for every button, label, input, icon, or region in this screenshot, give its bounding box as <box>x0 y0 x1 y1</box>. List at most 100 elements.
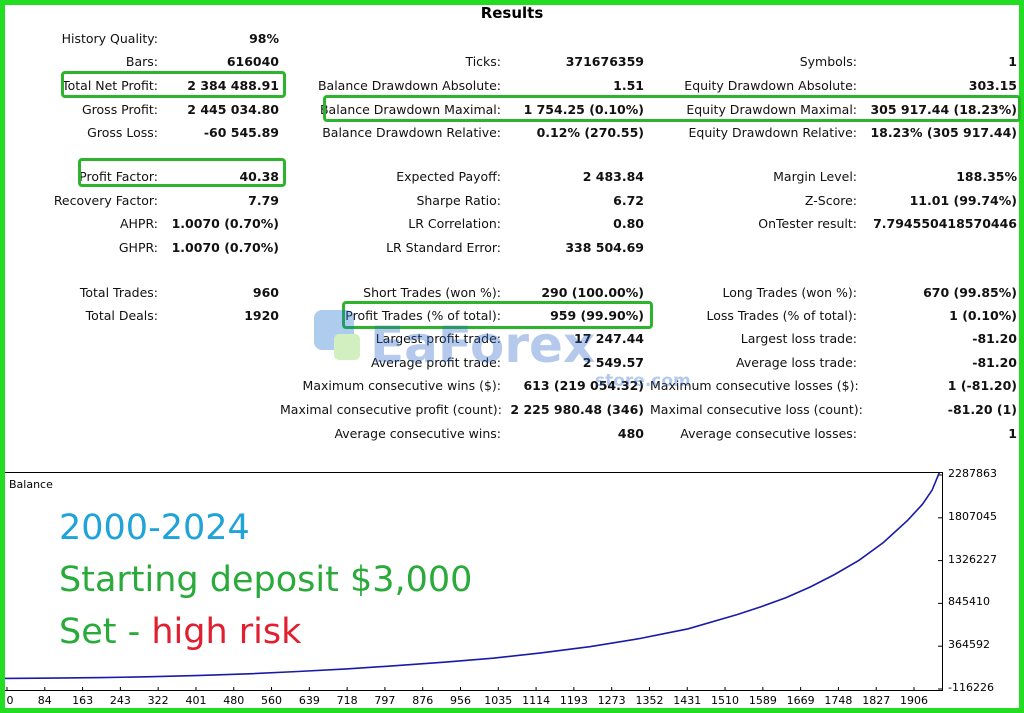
ghpr-value: 1.0070 (0.70%) <box>171 240 279 255</box>
largest-loss-trade-value: -81.20 <box>972 331 1017 346</box>
profit-factor-highlight <box>78 158 286 187</box>
equity-dd-abs-label: Equity Drawdown Absolute: <box>684 78 857 93</box>
ticks-value: 371676359 <box>565 54 644 69</box>
gross-profit-label: Gross Profit: <box>81 102 158 117</box>
short-trades-label: Short Trades (won %): <box>363 285 501 300</box>
max-consec-losses-value: 1 (-81.20) <box>947 378 1017 393</box>
page-title: Results <box>480 4 544 22</box>
balance-dd-abs-label: Balance Drawdown Absolute: <box>317 78 501 93</box>
long-trades-label: Long Trades (won %): <box>722 285 857 300</box>
balance-dd-rel-value: 0.12% (270.55) <box>536 125 644 140</box>
ticks-label: Ticks: <box>465 54 501 69</box>
ahpr-value: 1.0070 (0.70%) <box>171 216 279 231</box>
drawdown-maximal-highlight <box>323 95 1021 122</box>
risk-caption: Set - high risk <box>59 612 301 652</box>
profit-trades-highlight <box>342 301 653 329</box>
y-tick-label: 1807045 <box>948 509 997 523</box>
x-tick-label: 560 <box>261 694 283 707</box>
x-tick-label: 1273 <box>597 694 626 707</box>
average-profit-trade-label: Average profit trade: <box>370 355 501 370</box>
long-trades-value: 670 (99.85%) <box>923 285 1017 300</box>
short-trades-value: 290 (100.00%) <box>541 285 644 300</box>
x-tick-label: 1431 <box>673 694 702 707</box>
total-trades-value: 960 <box>252 285 279 300</box>
ahpr-label: AHPR: <box>119 216 158 231</box>
y-tick-label: -116226 <box>948 681 994 694</box>
maximal-consec-profit-label: Maximal consecutive profit (count): <box>280 402 502 417</box>
equity-dd-rel-value: 18.23% (305 917.44) <box>870 125 1017 140</box>
lr-correlation-label: LR Correlation: <box>408 216 501 231</box>
x-tick-label: 401 <box>185 694 207 707</box>
sharpe-ratio-value: 6.72 <box>613 193 644 208</box>
lr-standard-error-label: LR Standard Error: <box>386 240 501 255</box>
x-tick-label: 797 <box>374 694 396 707</box>
z-score-value: 11.01 (99.74%) <box>909 193 1017 208</box>
z-score-label: Z-Score: <box>804 193 857 208</box>
total-deals-value: 1920 <box>244 308 279 323</box>
maximal-consec-loss-value: -81.20 (1) <box>947 402 1017 417</box>
bars-label: Bars: <box>125 54 158 69</box>
equity-dd-abs-value: 303.15 <box>968 78 1017 93</box>
x-tick-label: 639 <box>298 694 320 707</box>
balance-dd-rel-label: Balance Drawdown Relative: <box>322 125 501 140</box>
maximal-consec-profit-value: 2 225 980.48 (346) <box>510 402 644 417</box>
x-tick-label: 1827 <box>862 694 891 707</box>
x-tick-label: 1589 <box>748 694 777 707</box>
ghpr-label: GHPR: <box>118 240 158 255</box>
risk-caption-prefix: Set - <box>59 612 152 652</box>
deposit-caption: Starting deposit $3,000 <box>59 560 472 600</box>
loss-trades-value: 1 (0.10%) <box>949 308 1017 323</box>
x-tick-label: 1906 <box>900 694 928 707</box>
x-tick-label: 718 <box>336 694 358 707</box>
recovery-factor-label: Recovery Factor: <box>53 193 158 208</box>
x-tick-label: 163 <box>72 694 94 707</box>
period-caption-text: 2000-2024 <box>59 508 250 548</box>
y-tick-label: 1326227 <box>948 552 997 566</box>
symbols-value: 1 <box>1008 54 1017 69</box>
largest-profit-trade-value: 17 247.44 <box>574 331 644 346</box>
x-tick-label: 876 <box>412 694 434 707</box>
balance-chart: Balance 2287863 1807045 1326227 845410 36459… <box>5 467 1019 708</box>
avg-consec-losses-value: 1 <box>1008 426 1017 441</box>
x-tick-label: 1114 <box>522 694 551 707</box>
total-deals-label: Total Deals: <box>85 308 158 323</box>
ontester-result-value: 7.794550418570446 <box>873 216 1017 231</box>
max-consec-wins-value: 613 (219 054.32) <box>523 378 644 393</box>
risk-caption-level: high risk <box>151 612 302 652</box>
gross-loss-label: Gross Loss: <box>87 125 158 140</box>
margin-level-value: 188.35% <box>956 169 1017 184</box>
x-tick-label: 1748 <box>824 694 853 707</box>
x-tick-label: 84 <box>37 694 52 707</box>
avg-consec-wins-label: Average consecutive wins: <box>334 426 501 441</box>
equity-dd-rel-label: Equity Drawdown Relative: <box>688 125 857 140</box>
avg-consec-wins-value: 480 <box>617 426 644 441</box>
x-tick-label: 322 <box>147 694 169 707</box>
average-profit-trade-value: 2 549.57 <box>582 355 644 370</box>
y-tick-label: 364592 <box>948 638 990 652</box>
x-tick-label: 1352 <box>635 694 664 707</box>
symbols-label: Symbols: <box>799 54 857 69</box>
recovery-factor-value: 7.79 <box>248 193 279 208</box>
x-tick-label: 1193 <box>559 694 588 707</box>
largest-profit-trade-label: Largest profit trade: <box>375 331 501 346</box>
sharpe-ratio-label: Sharpe Ratio: <box>416 193 501 208</box>
lr-standard-error-value: 338 504.69 <box>565 240 644 255</box>
average-loss-trade-label: Average loss trade: <box>736 355 857 370</box>
x-tick-label: 480 <box>223 694 245 707</box>
balance-dd-abs-value: 1.51 <box>613 78 644 93</box>
x-tick-label: 1669 <box>786 694 815 707</box>
x-tick-label: 243 <box>109 694 131 707</box>
maximal-consec-loss-label: Maximal consecutive loss (count): <box>650 402 863 417</box>
x-tick-label: 956 <box>450 694 471 707</box>
total-net-profit-highlight <box>61 71 286 98</box>
gross-loss-value: -60 545.89 <box>203 125 279 140</box>
x-tick-label: 1035 <box>484 694 513 707</box>
y-tick-label: 845410 <box>948 595 990 609</box>
expected-payoff-label: Expected Payoff: <box>396 169 501 184</box>
max-consec-losses-label: Maximum consecutive losses ($): <box>650 378 859 393</box>
max-consec-wins-label: Maximum consecutive wins ($): <box>302 378 501 393</box>
y-tick-label: 2287863 <box>948 467 997 480</box>
x-tick-label: 1510 <box>711 694 740 707</box>
largest-loss-trade-label: Largest loss trade: <box>740 331 857 346</box>
loss-trades-label: Loss Trades (% of total): <box>706 308 857 323</box>
